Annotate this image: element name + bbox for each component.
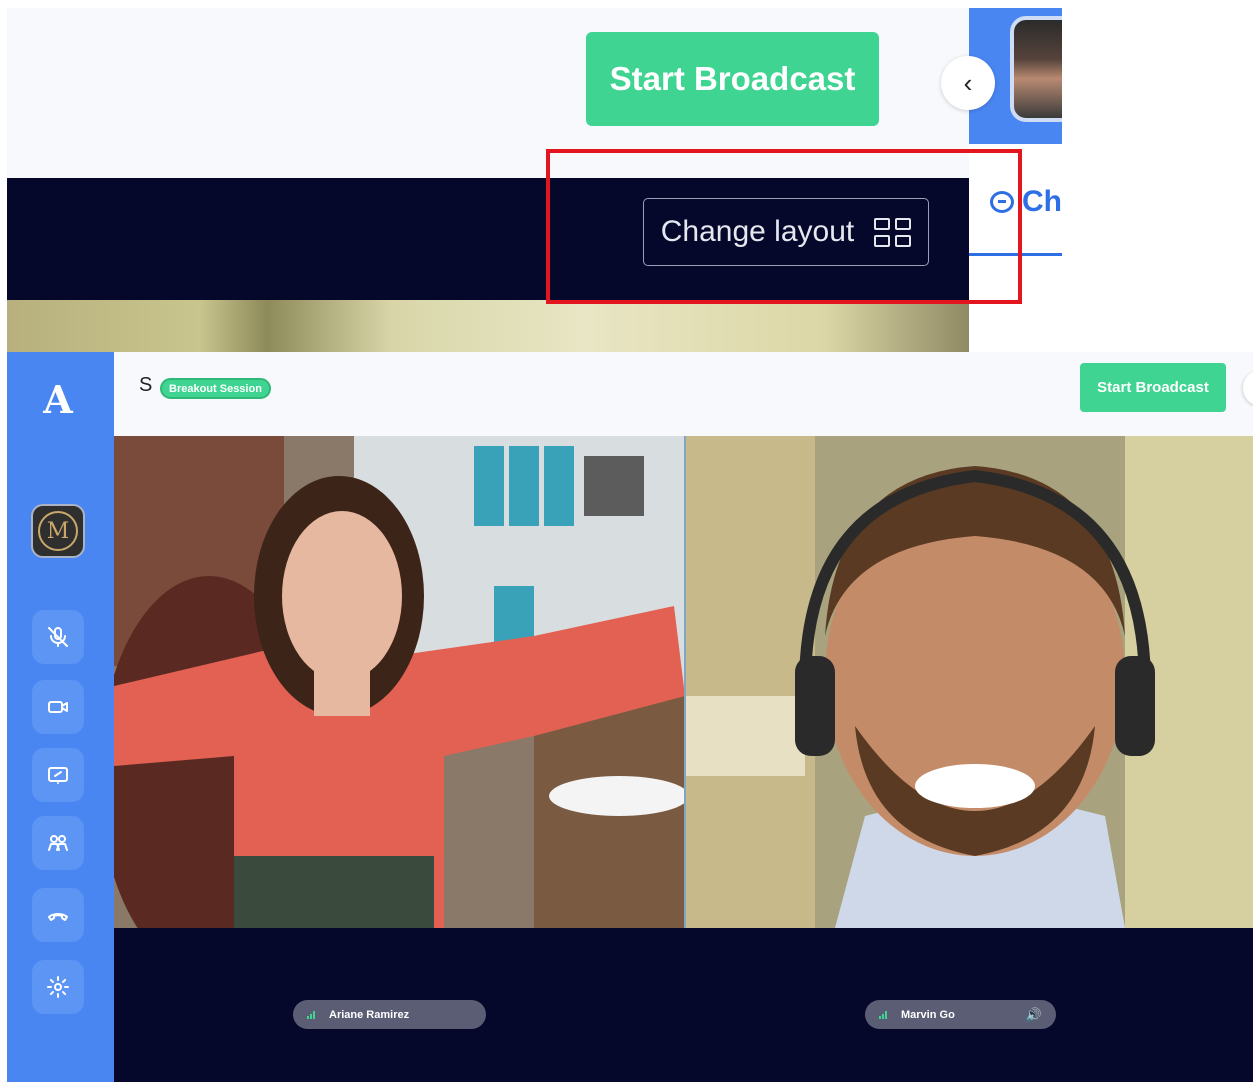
meeting-app: A M S Breakout Session Start Broadcast A… xyxy=(7,352,1253,1082)
zoom-host-avatar[interactable] xyxy=(1010,16,1062,122)
zoom-video-preview xyxy=(7,300,969,352)
mute-microphone-button[interactable] xyxy=(32,610,84,664)
app-logo[interactable]: A xyxy=(36,377,80,422)
participant-name: Marvin Go xyxy=(901,1008,955,1021)
hang-up-icon xyxy=(48,913,68,921)
sidebar: A M xyxy=(7,352,114,1082)
participant-video-marvin xyxy=(685,436,1253,928)
collapse-panel-button-edge[interactable] xyxy=(1243,370,1253,406)
signal-strength-icon xyxy=(307,1010,315,1019)
leave-call-button[interactable] xyxy=(32,888,84,942)
signal-strength-icon xyxy=(879,1010,887,1019)
mic-off-icon xyxy=(48,627,68,647)
session-header: S Breakout Session Start Broadcast xyxy=(114,352,1253,436)
gear-icon xyxy=(47,976,69,998)
share-screen-button[interactable] xyxy=(32,748,84,802)
zoomed-callout: Start Broadcast ‹ Change layout Ch xyxy=(0,0,1062,352)
participant-name-tag: Marvin Go 🔊 xyxy=(865,1000,1056,1029)
session-type-badge: Breakout Session xyxy=(160,378,271,399)
settings-button[interactable] xyxy=(32,960,84,1014)
highlight-box xyxy=(546,149,1022,304)
chevron-left-icon: ‹ xyxy=(963,67,973,98)
tile-divider xyxy=(684,436,686,928)
participant-name: Ariane Ramirez xyxy=(329,1008,410,1021)
start-broadcast-button[interactable]: Start Broadcast xyxy=(1080,363,1226,412)
video-tile[interactable] xyxy=(114,436,685,928)
participants-icon xyxy=(48,835,68,851)
session-title: S xyxy=(139,374,153,396)
screen-share-icon xyxy=(48,767,68,784)
video-stage: Ariane Ramirez Marvin Go 🔊 xyxy=(114,436,1253,1082)
camera-icon xyxy=(48,701,68,713)
participants-button[interactable] xyxy=(32,816,84,870)
page: Start Broadcast ‹ Change layout Ch A M S… xyxy=(0,0,1253,1082)
tab-chat-label: Ch xyxy=(1022,185,1062,218)
participant-video-ariane xyxy=(114,436,685,928)
video-tile[interactable] xyxy=(685,436,1253,928)
org-monogram: M xyxy=(38,511,78,551)
toggle-camera-button[interactable] xyxy=(32,680,84,734)
speaker-icon[interactable]: 🔊 xyxy=(1026,1007,1042,1023)
zoom-start-broadcast-button[interactable]: Start Broadcast xyxy=(586,32,879,126)
participant-name-tag: Ariane Ramirez xyxy=(293,1000,486,1029)
collapse-panel-button[interactable]: ‹ xyxy=(941,56,995,110)
organization-avatar[interactable]: M xyxy=(31,504,85,558)
